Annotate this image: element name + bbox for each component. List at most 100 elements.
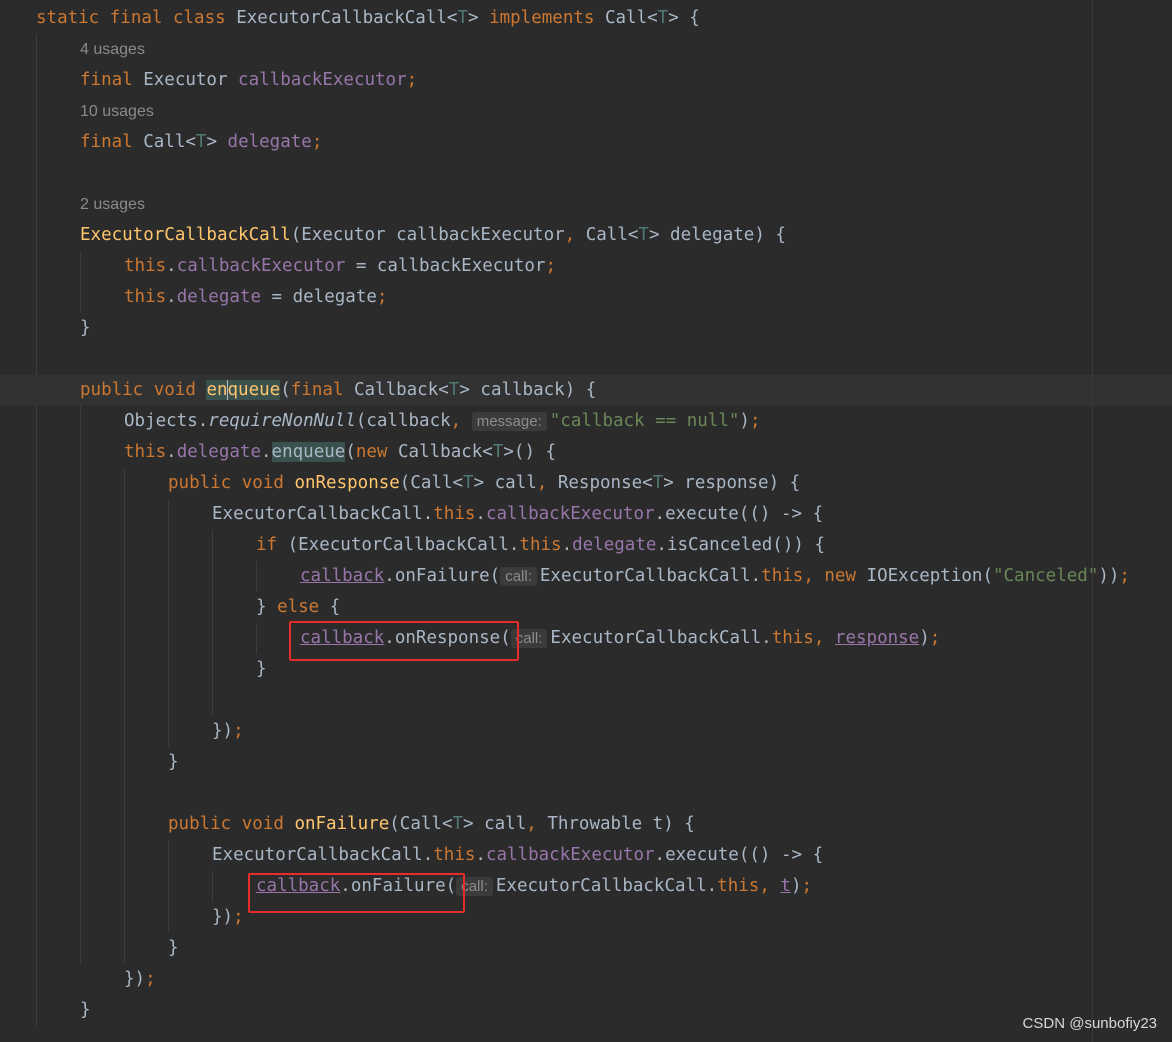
code-line[interactable]: static final class ExecutorCallbackCall<… <box>0 3 1172 34</box>
code-token: t <box>780 876 791 896</box>
code-token: this <box>761 566 804 586</box>
code-token: enqueue <box>271 442 346 462</box>
code-line[interactable]: 2 usages <box>0 189 1172 220</box>
code-token: = delegate <box>261 287 377 307</box>
code-token: ) <box>919 628 930 648</box>
code-token: > response) { <box>663 473 801 493</box>
code-token: ; <box>545 256 557 276</box>
code-token: . <box>261 442 272 462</box>
code-line[interactable] <box>0 778 1172 809</box>
parameter-hint: message: <box>471 412 547 431</box>
code-token: (Executor callbackExecutor <box>290 225 565 245</box>
code-token: >() { <box>503 442 557 462</box>
code-line[interactable]: 4 usages <box>0 34 1172 65</box>
code-line[interactable]: } <box>0 747 1172 778</box>
code-token: T <box>195 132 207 152</box>
code-line[interactable]: this.delegate = delegate; <box>0 282 1172 313</box>
code-line[interactable]: }); <box>0 964 1172 995</box>
code-token: .onFailure( <box>384 566 501 586</box>
code-token: delegate <box>572 535 657 555</box>
code-token: }) <box>124 969 146 989</box>
code-line[interactable]: }); <box>0 716 1172 747</box>
code-line[interactable]: 10 usages <box>0 96 1172 127</box>
code-line[interactable]: final Call<T> delegate; <box>0 127 1172 158</box>
code-token: . <box>475 845 486 865</box>
code-line[interactable]: ExecutorCallbackCall(Executor callbackEx… <box>0 220 1172 251</box>
code-token: ExecutorCallbackCall. <box>495 876 718 896</box>
code-line[interactable]: } <box>0 654 1172 685</box>
code-line[interactable]: } <box>0 933 1172 964</box>
code-token: > delegate) { <box>648 225 786 245</box>
code-token: ExecutorCallbackCall. <box>550 628 772 648</box>
code-line[interactable]: this.callbackExecutor = callbackExecutor… <box>0 251 1172 282</box>
code-token: this <box>124 442 167 462</box>
code-line[interactable]: ExecutorCallbackCall.this.callbackExecut… <box>0 840 1172 871</box>
code-token: (callback <box>355 411 451 431</box>
code-line[interactable] <box>0 685 1172 716</box>
code-text: }); <box>124 964 156 995</box>
code-token: this <box>433 504 476 524</box>
code-token: }) <box>212 907 234 927</box>
code-token: (Call< <box>389 814 453 834</box>
code-line[interactable] <box>0 158 1172 189</box>
code-token: this <box>519 535 562 555</box>
code-line[interactable]: } else { <box>0 592 1172 623</box>
code-text: ExecutorCallbackCall(Executor callbackEx… <box>80 220 786 251</box>
code-line[interactable]: final Executor callbackExecutor; <box>0 65 1172 96</box>
code-token: ; <box>145 969 156 989</box>
code-token: ExecutorCallbackCall. <box>539 566 762 586</box>
code-token: (ExecutorCallbackCall. <box>287 535 520 555</box>
code-text: final Call<T> delegate; <box>80 127 322 158</box>
code-token: > { <box>668 8 700 28</box>
code-token: callbackExecutor <box>238 70 407 90</box>
code-text: this.delegate.enqueue(new Callback<T>() … <box>124 437 556 468</box>
code-token: final <box>290 380 354 400</box>
code-token: T <box>448 380 460 400</box>
code-token: T <box>652 473 664 493</box>
code-token: ( <box>345 442 356 462</box>
code-token: > callback) { <box>459 380 597 400</box>
code-token: . <box>475 504 486 524</box>
code-line[interactable]: }); <box>0 902 1172 933</box>
code-line[interactable]: callback.onFailure(call: ExecutorCallback… <box>0 561 1172 592</box>
code-text: public void onResponse(Call<T> call, Res… <box>168 468 800 499</box>
code-line[interactable]: Objects.requireNonNull(callback, message… <box>0 406 1172 437</box>
code-token: new <box>355 442 399 462</box>
code-text: } <box>168 933 179 964</box>
code-token: final <box>80 132 144 152</box>
code-line[interactable]: } <box>0 995 1172 1026</box>
code-text: ExecutorCallbackCall.this.callbackExecut… <box>212 499 823 530</box>
code-token: , <box>536 473 558 493</box>
code-token: ( <box>280 380 291 400</box>
code-line[interactable]: } <box>0 313 1172 344</box>
code-token: callbackExecutor <box>176 256 346 276</box>
code-token: . <box>166 287 177 307</box>
code-line[interactable]: ExecutorCallbackCall.this.callbackExecut… <box>0 499 1172 530</box>
code-token: T <box>457 8 468 28</box>
code-token: . <box>561 535 573 555</box>
code-text: }); <box>212 716 244 747</box>
code-token: ; <box>749 411 761 431</box>
code-line[interactable]: if (ExecutorCallbackCall.this.delegate.i… <box>0 530 1172 561</box>
code-text: } <box>80 995 91 1026</box>
code-line[interactable] <box>0 344 1172 375</box>
code-token: en <box>206 380 228 400</box>
code-editor[interactable]: static final class ExecutorCallbackCall<… <box>0 0 1172 1042</box>
code-token: public void <box>168 473 295 493</box>
code-token: Callback< <box>353 380 449 400</box>
code-text: ExecutorCallbackCall.this.callbackExecut… <box>212 840 823 871</box>
code-token: final <box>80 70 144 90</box>
code-line[interactable]: public void onFailure(Call<T> call, Thro… <box>0 809 1172 840</box>
code-token: this <box>771 628 814 648</box>
code-token: delegate <box>176 442 261 462</box>
code-token: ExecutorCallbackCall. <box>212 504 434 524</box>
code-token: , <box>564 225 586 245</box>
highlight-box-onfailure <box>248 873 465 913</box>
code-line[interactable]: callback.onFailure(call: ExecutorCallback… <box>0 871 1172 902</box>
code-line[interactable]: callback.onResponse(call: ExecutorCallbac… <box>0 623 1172 654</box>
code-line[interactable]: this.delegate.enqueue(new Callback<T>() … <box>0 437 1172 468</box>
code-line[interactable]: public void onResponse(Call<T> call, Res… <box>0 468 1172 499</box>
code-token: ; <box>1119 566 1130 586</box>
code-token: , <box>813 628 835 648</box>
code-line[interactable]: public void enqueue(final Callback<T> ca… <box>0 375 1172 406</box>
